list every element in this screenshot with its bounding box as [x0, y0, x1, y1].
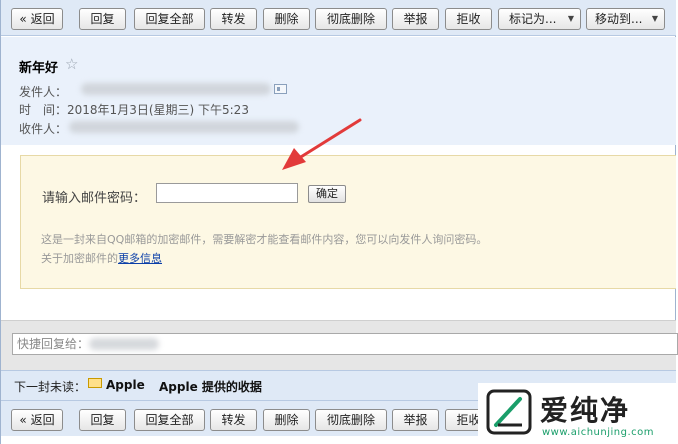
chevron-down-icon: ▼ — [651, 14, 658, 23]
mark-as-label: 标记为... — [509, 12, 557, 26]
encryption-note: 这是一封来自QQ邮箱的加密邮件，需要解密才能查看邮件内容，您可以向发件人询问密码… — [41, 233, 488, 246]
quick-reply-recipient-redacted — [89, 338, 159, 350]
back-button[interactable]: « 返回 — [11, 409, 63, 431]
next-unread-label: 下一封未读： — [14, 380, 87, 394]
more-info-prefix: 关于加密邮件的 — [41, 252, 118, 265]
recipient-redacted — [69, 121, 299, 133]
recipient-label: 收件人： — [19, 122, 68, 136]
confirm-button[interactable]: 确定 — [308, 185, 346, 203]
sender-label: 发件人： — [19, 85, 68, 99]
report-button[interactable]: 举报 — [392, 8, 439, 30]
delete-permanently-button[interactable]: 彻底删除 — [315, 409, 387, 431]
password-input[interactable] — [156, 183, 298, 203]
sender-redacted — [81, 83, 271, 95]
reply-button[interactable]: 回复 — [79, 8, 126, 30]
report-button[interactable]: 举报 — [392, 409, 439, 431]
watermark-logo-icon — [486, 389, 532, 435]
top-toolbar: « 返回 回复 回复全部 转发 删除 彻底删除 举报 拒收 标记为... ▼ 移… — [1, 0, 676, 36]
move-to-dropdown[interactable]: 移动到... ▼ — [586, 8, 665, 30]
next-unread-sender[interactable]: Apple — [106, 378, 145, 392]
quick-reply-input[interactable]: 快捷回复给： — [12, 333, 678, 355]
move-to-label: 移动到... — [595, 12, 643, 26]
time-value: 2018年1月3日(星期三) 下午5:23 — [67, 103, 249, 117]
delete-permanently-button[interactable]: 彻底删除 — [315, 8, 387, 30]
delete-button[interactable]: 删除 — [263, 409, 310, 431]
email-subject: 新年好 — [19, 61, 59, 76]
envelope-icon — [88, 378, 102, 388]
forward-button[interactable]: 转发 — [210, 409, 257, 431]
more-info-link[interactable]: 更多信息 — [118, 252, 162, 265]
chevron-down-icon: ▼ — [567, 14, 574, 23]
reply-all-button[interactable]: 回复全部 — [134, 409, 205, 431]
watermark-brand: 爱纯净 — [540, 394, 631, 427]
more-info-line: 关于加密邮件的更多信息 — [41, 250, 162, 266]
back-button[interactable]: « 返回 — [11, 8, 63, 30]
forward-button[interactable]: 转发 — [210, 8, 257, 30]
time-label: 时 间： — [19, 103, 68, 117]
mark-as-dropdown[interactable]: 标记为... ▼ — [498, 8, 581, 30]
time-row: 时 间：2018年1月3日(星期三) 下午5:23 — [19, 101, 249, 118]
quick-reply-placeholder: 快捷回复给： — [17, 337, 90, 351]
star-icon[interactable]: ☆ — [65, 55, 78, 73]
contact-card-icon[interactable] — [274, 84, 287, 94]
watermark-domain: www.aichunjing.com — [542, 427, 654, 438]
watermark: 爱纯净 www.aichunjing.com — [478, 383, 678, 444]
password-label: 请输入邮件密码： — [42, 191, 147, 206]
reject-button[interactable]: 拒收 — [445, 8, 492, 30]
reply-all-button[interactable]: 回复全部 — [134, 8, 205, 30]
delete-button[interactable]: 删除 — [263, 8, 310, 30]
next-unread-subject[interactable]: Apple 提供的收据 — [159, 378, 262, 395]
annotation-arrow-icon — [282, 118, 362, 170]
reply-button[interactable]: 回复 — [79, 409, 126, 431]
